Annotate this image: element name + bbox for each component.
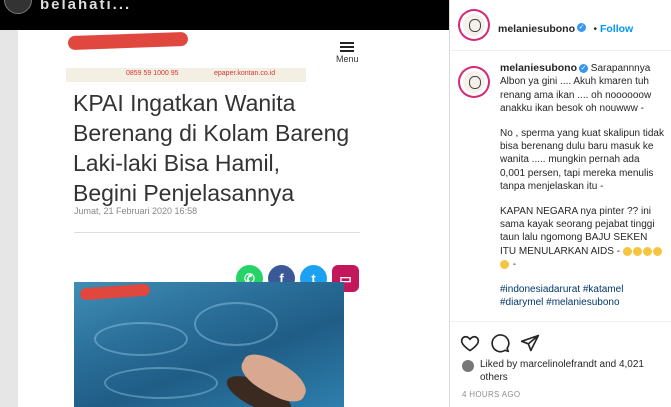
avatar[interactable]	[460, 11, 488, 39]
contact-bar: 0859 59 1000 95 epaper.kontan.co.id	[66, 68, 306, 82]
separator-dot: •	[593, 24, 597, 35]
post-timestamp: 4 HOURS AGO	[462, 390, 521, 399]
article-headline: KPAI Ingatkan Wanita Berenang di Kolam B…	[73, 90, 350, 206]
emoji-icon	[642, 246, 652, 256]
likes-text: Liked by marcelinolefrandt and 4,021 oth…	[480, 359, 644, 383]
post-header: melaniesubono ✓ • Follow	[450, 0, 671, 51]
water-ripple	[194, 302, 278, 346]
avatar	[4, 0, 32, 14]
water-ripple	[94, 322, 188, 356]
comment-icon[interactable]	[490, 333, 510, 353]
menu-label: Menu	[336, 54, 359, 64]
avatar	[462, 360, 474, 372]
emoji-icon	[652, 246, 662, 256]
verified-badge-icon: ✓	[579, 63, 589, 73]
image-edge	[0, 30, 18, 407]
post-image[interactable]: Menu 0859 59 1000 95 epaper.kontan.co.id…	[0, 30, 449, 407]
heart-icon[interactable]	[460, 333, 480, 353]
post-caption: melaniesubono ✓ Sarapannnya Albon ya gini…	[500, 62, 665, 322]
caption-username[interactable]: melaniesubono	[500, 62, 577, 74]
caption-dash: -	[512, 259, 517, 271]
article-date: Jumat, 21 Februari 2020 16:58	[74, 206, 198, 216]
caption-text-2: No , sperma yang kuat skalipun tidak bis…	[500, 127, 664, 193]
verified-badge-icon: ✓	[577, 23, 587, 33]
site-address: epaper.kontan.co.id	[214, 70, 276, 77]
likes-summary[interactable]: Liked by marcelinolefrandt and 4,021 oth…	[462, 358, 662, 384]
username[interactable]: melaniesubono	[498, 23, 575, 35]
previous-post-bar: belahati...	[0, 0, 449, 30]
redaction-mark	[79, 283, 151, 301]
pool-photo	[74, 282, 344, 407]
emoji-icon	[622, 246, 632, 256]
previous-caption: belahati...	[40, 0, 132, 13]
divider	[450, 321, 671, 322]
follow-button[interactable]: Follow	[600, 23, 633, 35]
water-ripple	[104, 367, 218, 399]
divider	[74, 232, 360, 233]
emoji-icon	[500, 260, 509, 270]
redaction-mark	[67, 31, 189, 51]
post-panel: melaniesubono ✓ • Follow melaniesubono ✓ Sa…	[449, 0, 671, 407]
phone-number: 0859 59 1000 95	[126, 70, 179, 77]
hashtags[interactable]: #indonesiadarurat #katamel #diarymel #me…	[500, 283, 665, 310]
avatar[interactable]	[460, 68, 488, 96]
share-icon[interactable]	[520, 333, 540, 353]
emoji-icon	[632, 246, 642, 256]
hamburger-menu-icon	[340, 40, 354, 54]
